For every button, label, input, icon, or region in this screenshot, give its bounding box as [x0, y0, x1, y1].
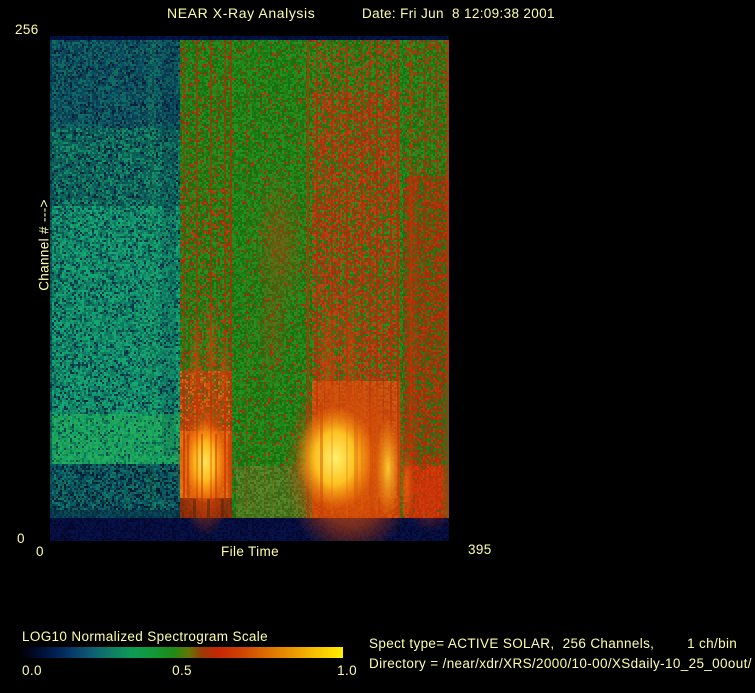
- spectrogram-canvas: [50, 36, 449, 541]
- colorbar-tick-0: 0.0: [22, 663, 42, 678]
- y-axis-max-tick: 256: [15, 22, 39, 37]
- colorbar-label: LOG10 Normalized Spectrogram Scale: [22, 629, 269, 644]
- spect-type-line: Spect type= ACTIVE SOLAR, 256 Channels, …: [369, 636, 738, 651]
- colorbar-gradient: [22, 647, 343, 658]
- y-axis-min-tick: 0: [17, 531, 25, 546]
- colorbar-tick-1: 1.0: [337, 663, 357, 678]
- x-axis-max-tick: 395: [468, 542, 492, 557]
- date-label: Date: Fri Jun 8 12:09:38 2001: [362, 6, 555, 21]
- colorbar-tick-05: 0.5: [172, 663, 192, 678]
- plot-window: NEAR X-Ray Analysis Date: Fri Jun 8 12:0…: [0, 0, 755, 693]
- directory-line: Directory = /near/xdr/XRS/2000/10-00/XSd…: [369, 656, 752, 671]
- page-title: NEAR X-Ray Analysis: [167, 5, 316, 21]
- x-axis-min-tick: 0: [36, 544, 44, 559]
- x-axis-label: File Time: [221, 544, 279, 559]
